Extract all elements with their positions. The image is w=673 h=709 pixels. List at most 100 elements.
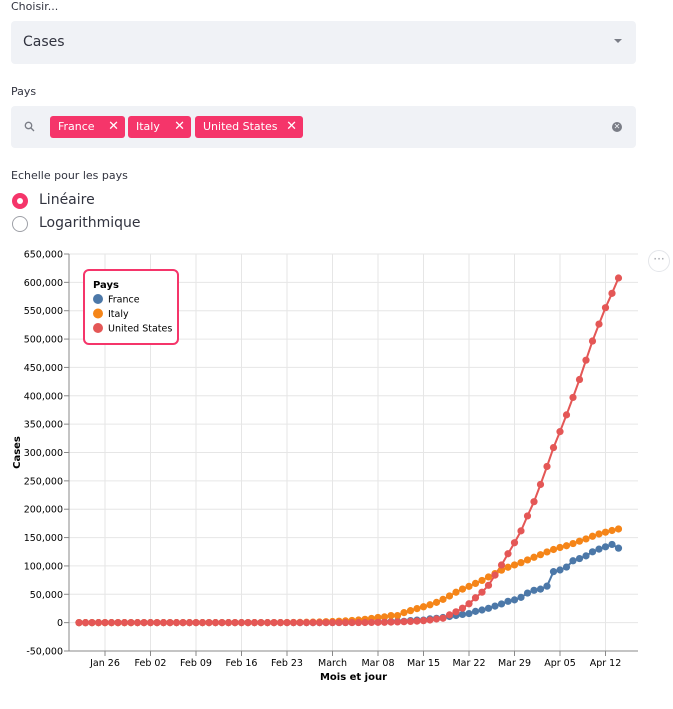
- legend-label: France: [108, 295, 140, 306]
- data-point: [471, 607, 480, 615]
- data-point: [393, 611, 402, 620]
- data-point: [120, 619, 129, 627]
- data-point: [432, 615, 441, 623]
- data-point: [556, 543, 564, 552]
- data-point: [608, 526, 616, 535]
- data-point: [393, 618, 402, 626]
- data-point: [309, 619, 317, 627]
- series-line-italy: [79, 528, 619, 624]
- data-point: [484, 604, 493, 612]
- y-tick-label: 200,000: [24, 505, 63, 516]
- data-point: [270, 619, 278, 627]
- data-point: [504, 563, 512, 571]
- data-point: [497, 600, 506, 608]
- data-point: [94, 619, 103, 627]
- data-point: [478, 588, 486, 596]
- data-point: [543, 548, 551, 556]
- x-tick-label: Jan 26: [89, 658, 120, 669]
- data-point: [140, 619, 148, 627]
- data-point: [419, 617, 428, 625]
- legend-symbol: [93, 323, 103, 333]
- data-point: [569, 393, 577, 402]
- data-point: [400, 609, 408, 617]
- data-point: [517, 593, 525, 601]
- data-point: [556, 428, 564, 436]
- data-point: [205, 619, 213, 627]
- legend-label: United States: [108, 324, 172, 335]
- data-point: [211, 619, 220, 627]
- data-point: [328, 619, 337, 627]
- x-tick-label: March: [318, 658, 347, 669]
- data-point: [406, 617, 415, 626]
- data-point: [517, 559, 525, 567]
- data-point: [556, 566, 564, 574]
- data-point: [257, 619, 265, 627]
- y-tick-label: 600,000: [24, 278, 63, 289]
- data-point: [81, 619, 90, 627]
- data-point: [237, 619, 246, 627]
- data-point: [614, 274, 623, 282]
- data-point: [192, 619, 200, 627]
- data-point: [406, 607, 415, 615]
- y-axis-title: Cases: [12, 436, 23, 469]
- data-point: [419, 603, 428, 611]
- data-point: [543, 462, 551, 471]
- data-point: [536, 551, 545, 559]
- data-point: [244, 619, 252, 627]
- data-point: [380, 618, 389, 626]
- data-point: [601, 543, 610, 551]
- data-point: [608, 289, 616, 297]
- data-point: [491, 602, 499, 610]
- data-point: [276, 619, 285, 627]
- legend-symbol: [93, 294, 103, 304]
- data-point: [497, 561, 506, 569]
- data-point: [146, 619, 155, 627]
- data-point: [478, 606, 486, 614]
- x-tick-label: Mar 22: [452, 658, 485, 669]
- data-point: [413, 617, 421, 625]
- data-point: [426, 601, 434, 609]
- data-point: [439, 595, 447, 603]
- data-point: [543, 582, 551, 590]
- data-point: [387, 611, 395, 620]
- data-point: [426, 616, 434, 624]
- data-point: [575, 537, 584, 545]
- data-point: [361, 618, 369, 627]
- data-point: [458, 604, 467, 612]
- data-point: [445, 592, 454, 600]
- data-point: [569, 557, 577, 565]
- data-point: [530, 553, 538, 561]
- y-tick-label: 350,000: [24, 420, 63, 431]
- data-point: [614, 525, 623, 533]
- data-point: [322, 619, 330, 627]
- data-point: [523, 512, 532, 520]
- data-point: [595, 545, 603, 553]
- data-point: [348, 618, 356, 627]
- data-point: [458, 610, 467, 619]
- data-point: [387, 618, 395, 626]
- x-tick-label: Mar 29: [498, 658, 531, 669]
- x-tick-label: Feb 16: [226, 658, 258, 669]
- data-point: [413, 605, 421, 613]
- x-axis-title: Mois et jour: [320, 672, 387, 683]
- data-point: [452, 588, 460, 596]
- legend-label: Italy: [108, 309, 129, 320]
- data-point: [471, 579, 480, 588]
- data-point: [283, 619, 291, 627]
- data-point: [231, 619, 239, 627]
- data-point: [445, 611, 454, 619]
- data-point: [523, 556, 532, 564]
- data-point: [608, 540, 616, 549]
- data-point: [562, 563, 571, 571]
- data-point: [491, 571, 499, 579]
- data-point: [504, 597, 512, 605]
- data-point: [439, 614, 447, 622]
- data-point: [588, 532, 597, 540]
- data-point: [582, 356, 590, 364]
- x-tick-label: Apr 12: [590, 658, 622, 669]
- data-point: [458, 585, 467, 593]
- data-point: [198, 619, 207, 627]
- y-tick-label: 650,000: [24, 250, 63, 261]
- data-point: [218, 619, 226, 627]
- y-tick-label: 500,000: [24, 335, 63, 346]
